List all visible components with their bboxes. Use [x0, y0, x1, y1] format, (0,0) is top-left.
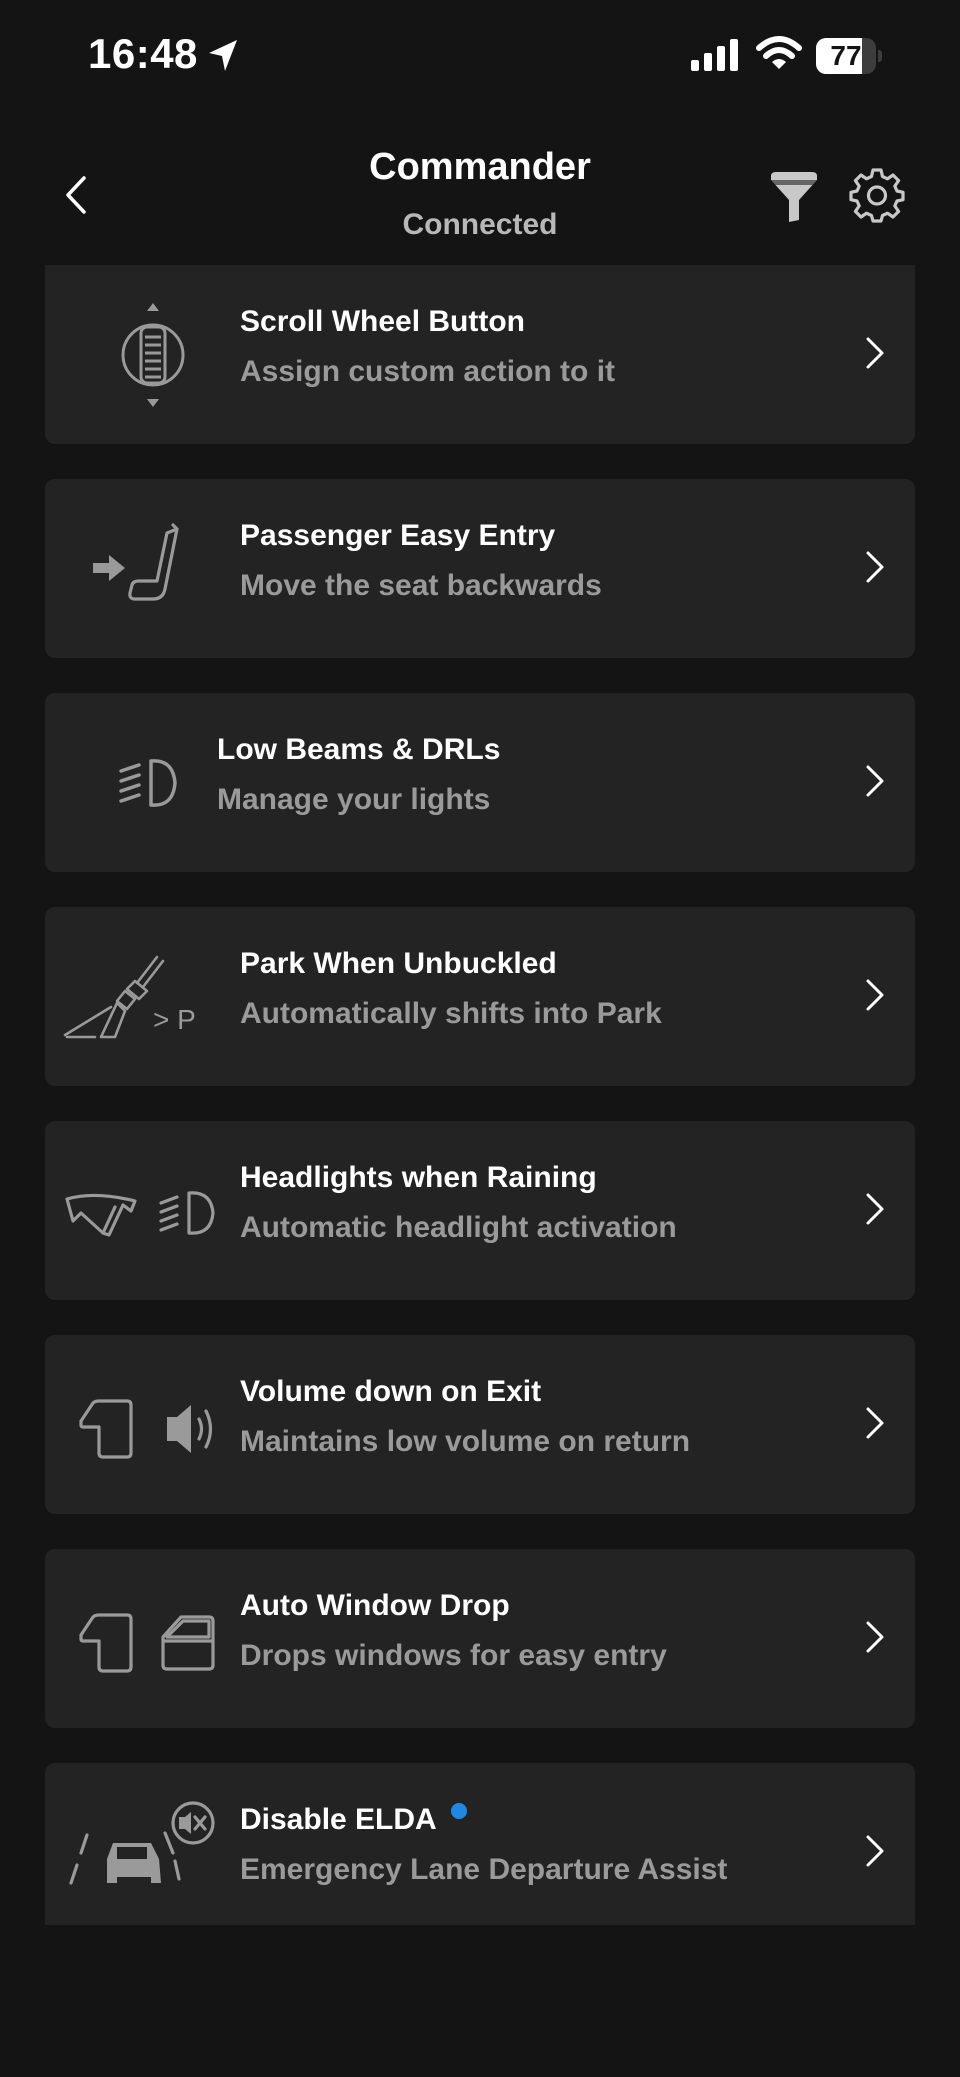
seat-backward-icon [55, 509, 225, 629]
item-subtitle: Automatic headlight activation [240, 1211, 677, 1244]
list-item-scroll-wheel-button[interactable]: Scroll Wheel Button Assign custom action… [45, 265, 915, 444]
chevron-right-icon [863, 975, 887, 1015]
filter-icon [771, 172, 817, 222]
list-item-headlights-when-raining[interactable]: Headlights when Raining Automatic headli… [45, 1121, 915, 1300]
cellular-signal-icon [690, 38, 740, 72]
item-title: Headlights when Raining [240, 1161, 597, 1194]
item-title: Low Beams & DRLs [217, 733, 501, 766]
list-item-auto-window-drop[interactable]: Auto Window Drop Drops windows for easy … [45, 1549, 915, 1728]
lane-assist-off-icon [55, 1793, 225, 1913]
filter-button[interactable] [768, 170, 820, 224]
battery-level: 77 [830, 40, 862, 71]
list-item-low-beams-drls[interactable]: Low Beams & DRLs Manage your lights [45, 693, 915, 872]
chevron-right-icon [863, 1831, 887, 1871]
seatbelt-park-icon: > P [55, 937, 225, 1057]
item-subtitle: Maintains low volume on return [240, 1425, 691, 1458]
item-title: Volume down on Exit [240, 1375, 542, 1408]
item-title: Passenger Easy Entry [240, 519, 556, 552]
location-arrow-icon [206, 38, 240, 74]
item-subtitle: Automatically shifts into Park [240, 997, 662, 1030]
chevron-right-icon [863, 761, 887, 801]
gear-icon [849, 168, 905, 223]
door-volume-icon [55, 1365, 225, 1485]
chevron-right-icon [863, 1403, 887, 1443]
chevron-right-icon [863, 1617, 887, 1657]
battery-nub [878, 50, 882, 62]
item-subtitle: Assign custom action to it [240, 355, 616, 388]
park-gear-label: > P [153, 1004, 196, 1035]
wiper-headlight-icon [55, 1151, 225, 1271]
door-window-icon [55, 1579, 225, 1699]
item-subtitle: Emergency Lane Departure Assist [240, 1853, 728, 1886]
item-title: Scroll Wheel Button [240, 305, 525, 338]
nav-header: Commander Connected [0, 110, 960, 265]
item-title: Auto Window Drop [240, 1589, 510, 1622]
low-beam-icon [55, 723, 225, 843]
status-time: 16:48 [88, 30, 198, 77]
list-item-volume-down-on-exit[interactable]: Volume down on Exit Maintains low volume… [45, 1335, 915, 1514]
wifi-icon [756, 36, 802, 72]
battery-body: 77 [816, 38, 876, 74]
status-bar: 16:48 77 [0, 0, 960, 110]
item-subtitle: Move the seat backwards [240, 569, 602, 602]
scroll-wheel-icon [55, 295, 225, 415]
list-item-disable-elda[interactable]: Disable ELDA Emergency Lane Departure As… [45, 1763, 915, 1925]
chevron-right-icon [863, 547, 887, 587]
battery-indicator: 77 [816, 38, 882, 74]
item-title-text: Disable ELDA [240, 1803, 437, 1836]
item-title: Disable ELDA [240, 1803, 467, 1837]
settings-button[interactable] [848, 166, 906, 224]
item-subtitle: Manage your lights [217, 783, 491, 816]
list-item-passenger-easy-entry[interactable]: Passenger Easy Entry Move the seat backw… [45, 479, 915, 658]
item-title: Park When Unbuckled [240, 947, 557, 980]
chevron-right-icon [863, 333, 887, 373]
item-subtitle: Drops windows for easy entry [240, 1639, 667, 1672]
list-item-park-when-unbuckled[interactable]: > P Park When Unbuckled Automatically sh… [45, 907, 915, 1086]
chevron-right-icon [863, 1189, 887, 1229]
new-badge-dot [450, 1803, 467, 1819]
